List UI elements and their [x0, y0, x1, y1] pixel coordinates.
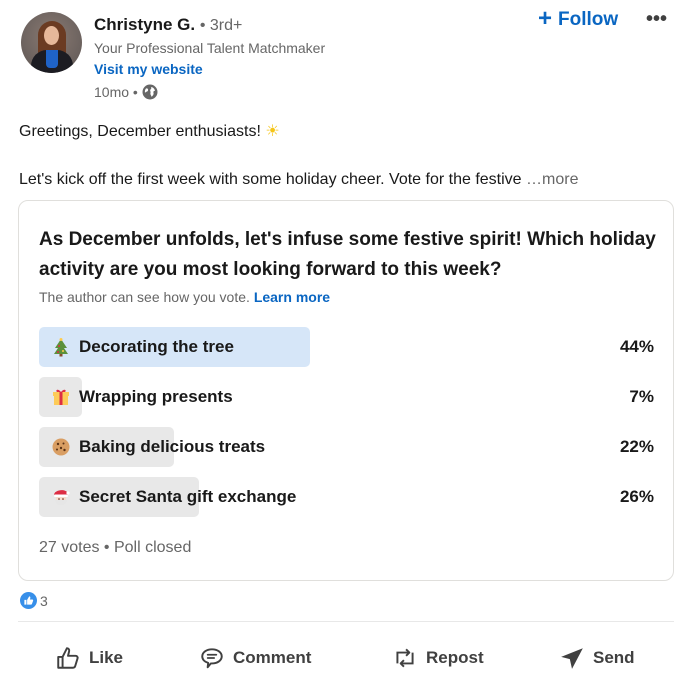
greeting-text: Greetings, December enthusiasts! [19, 123, 261, 140]
option-label: Baking delicious treats [51, 427, 265, 467]
author-name-line: Christyne G. • 3rd+ [94, 15, 242, 35]
santa-icon [54, 490, 70, 506]
christmas-tree-icon [54, 338, 68, 357]
post-meta: 10mo • [94, 84, 158, 100]
reaction-count: 3 [40, 592, 48, 609]
poll-card: As December unfolds, let's infuse some f… [18, 200, 674, 581]
author-headline: Your Professional Talent Matchmaker [94, 40, 326, 56]
connection-degree: • 3rd+ [199, 17, 243, 34]
send-button[interactable]: Send [559, 636, 635, 680]
follow-label: Follow [558, 9, 619, 30]
post-header: Christyne G. • 3rd+ Your Professional Ta… [0, 0, 687, 110]
poll-question: As December unfolds, let's infuse some f… [39, 229, 656, 280]
poll-privacy-note: The author can see how you vote. Learn m… [39, 289, 330, 305]
gift-icon [53, 389, 69, 405]
send-label: Send [593, 648, 635, 667]
repost-label: Repost [426, 648, 484, 667]
poll-option: Secret Santa gift exchange 26% [39, 477, 654, 517]
poll-vote-summary[interactable]: 27 votes • Poll closed [39, 539, 191, 557]
option-percent: 44% [619, 337, 654, 356]
send-icon [561, 648, 583, 669]
post-text-line-2: Let's kick off the first week with some … [19, 171, 679, 189]
option-label: Wrapping presents [51, 377, 233, 417]
follow-button[interactable]: + Follow [538, 4, 619, 32]
sun-emoji-icon: ☀ [265, 123, 280, 140]
repost-button[interactable]: Repost [392, 636, 484, 680]
option-text: Decorating the tree [79, 337, 234, 356]
repost-icon [396, 648, 414, 668]
see-more-link[interactable]: …more [526, 171, 578, 188]
poll-option: Wrapping presents 7% [39, 377, 654, 417]
post-timestamp: 10mo • [94, 84, 138, 100]
post-text-line-1: Greetings, December enthusiasts! ☀ [19, 121, 679, 141]
author-name[interactable]: Christyne G. [94, 15, 195, 34]
more-options-button[interactable]: ••• [646, 8, 667, 31]
divider [18, 621, 674, 622]
avatar-face [44, 26, 59, 45]
social-actions-bar: Like Comment Repost Send [0, 636, 687, 680]
option-label: Decorating the tree [51, 327, 234, 367]
reactions-summary[interactable]: 3 [20, 592, 48, 609]
comment-icon [201, 648, 223, 669]
globe-icon [142, 84, 158, 100]
cookie-icon [52, 438, 70, 456]
like-button[interactable]: Like [55, 636, 123, 680]
option-text: Baking delicious treats [79, 437, 266, 456]
option-percent: 22% [619, 437, 654, 456]
poll-option: Decorating the tree 44% [39, 327, 654, 367]
option-text: Wrapping presents [79, 387, 233, 406]
option-text: Secret Santa gift exchange [79, 487, 297, 506]
learn-more-link[interactable]: Learn more [254, 289, 330, 305]
option-percent: 26% [619, 487, 654, 506]
privacy-note-text: The author can see how you vote. [39, 289, 250, 305]
plus-icon: + [538, 4, 553, 32]
comment-label: Comment [233, 648, 312, 667]
like-label: Like [89, 648, 124, 667]
body-text: Let's kick off the first week with some … [19, 171, 522, 188]
like-reaction-icon [20, 592, 37, 609]
comment-button[interactable]: Comment [199, 636, 311, 680]
thumbs-up-icon [57, 647, 79, 669]
avatar-shirt [46, 50, 58, 68]
poll-option: Baking delicious treats 22% [39, 427, 654, 467]
author-avatar[interactable] [21, 12, 82, 73]
website-link[interactable]: Visit my website [94, 61, 203, 77]
option-percent: 7% [629, 387, 654, 406]
option-label: Secret Santa gift exchange [51, 477, 296, 517]
